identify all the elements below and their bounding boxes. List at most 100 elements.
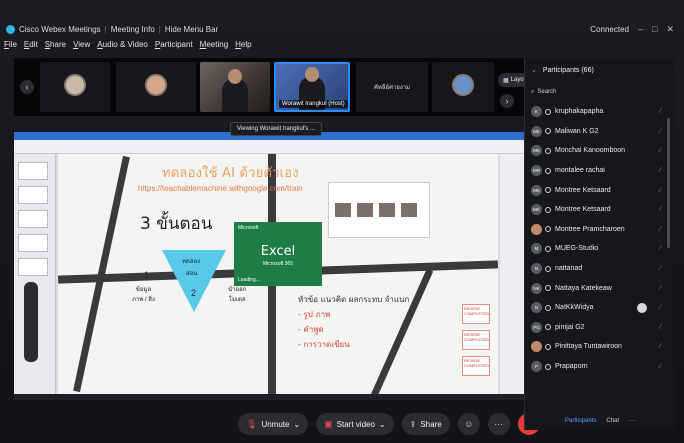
participant-name: Nattaya Katekeaw [555,284,612,292]
sticky-note: REVIEW COMPLETED [462,356,490,376]
excel-name: Excel [260,244,296,259]
menu-help[interactable]: Help [235,40,251,54]
participant-row[interactable]: MK Montree Ketsaard ⁄ [525,200,675,220]
menu-meeting[interactable]: Meeting [200,40,228,54]
video-tile[interactable] [432,62,494,112]
video-tile[interactable] [200,62,270,112]
participant-name: montalee rachai [555,167,605,175]
title-separator: | [158,24,161,34]
menu-view[interactable]: View [73,40,90,54]
panel-footer: Participants Chat ··· [565,418,635,424]
participant-row[interactable]: N NatKkWidya ⁄ [525,298,675,318]
participants-tab[interactable]: Participants [565,418,596,424]
right-step-text: นำออก โมเดล [228,287,247,303]
participants-panel: ⌄ Participants (66) ⌕ Search Kkruphakapa… [524,58,674,430]
app-title: Cisco Webex Meetings [19,24,101,34]
video-tile[interactable]: คัทลีย์ค่ายงาม [356,62,428,112]
active-speaker-tile[interactable]: Worawit Irangkul (Host) [274,62,350,112]
hide-menu-bar-link[interactable]: Hide Menu Bar [165,25,218,34]
mic-muted-icon: 🎙 [246,418,258,429]
more-icon[interactable]: ··· [629,418,635,424]
menu-edit[interactable]: Edit [24,40,38,54]
participant-head [305,67,319,82]
participant-name: Maliwan K G2 [555,127,599,135]
participant-name: NatKkWidya [555,304,594,312]
participant-avatar: MK [531,125,542,137]
slide-thumbnail [18,234,48,252]
menu-share[interactable]: Share [45,40,66,54]
participant-avatar: NK [531,282,542,294]
participant-row[interactable]: MR montalee rachai ⁄ [525,161,675,181]
participant-row[interactable]: Pinittaya Tuntawiroon ⁄ [525,337,675,357]
mic-muted-icon: ⁄ [659,363,661,371]
reactions-button[interactable]: ☺ [457,413,480,435]
participant-row[interactable]: PG pimjai G2 ⁄ [525,318,675,338]
participant-row[interactable]: Montree Pramcharoen ⁄ [525,220,675,240]
device-icon [545,265,551,272]
menu-audio-video[interactable]: Audio & Video [97,40,148,54]
participant-avatar: MR [531,165,542,177]
meeting-controls: 🎙 Unmute ⌄ ▣ Start video ⌄ ⇪ Share ☺ ···… [238,412,540,436]
image-tile [379,203,395,217]
participant-search[interactable]: ⌕ Search [531,86,655,98]
funnel-step-number: 2 [191,288,197,298]
menu-file[interactable]: File [4,40,17,54]
share-icon: ⇪ [409,419,417,429]
connection-status[interactable]: Connected [590,25,629,34]
participant-row[interactable]: MK Maliwan K G2 ⁄ [525,122,675,142]
bullet-item: - คำพูด [298,325,324,334]
participant-avatar: PG [531,321,542,333]
more-options-button[interactable]: ··· [487,413,510,435]
participant-avatar: M [531,243,542,255]
sticky-note: REVIEW COMPLETED [462,330,490,350]
device-icon [545,206,551,213]
chevron-down-icon[interactable]: ⌄ [379,420,386,429]
participant-row[interactable]: P Prapaporn ⁄ [525,357,675,377]
search-input[interactable]: Search [537,89,556,95]
participant-name: MUEG-Studio [555,245,599,253]
bullet-item: - รูป ภาพ [298,310,331,319]
participant-avatar: K [531,106,542,118]
mic-muted-icon: ⁄ [659,343,661,351]
video-tile[interactable] [116,62,196,112]
chevron-down-icon[interactable]: ⌄ [531,67,537,74]
participant-row[interactable]: Nnattanad ⁄ [525,259,675,279]
chat-tab[interactable]: Chat [606,418,619,424]
device-icon [545,167,551,174]
participant-row[interactable]: MK Monchai Kanoomboon ⁄ [525,141,675,161]
unmute-button[interactable]: 🎙 Unmute ⌄ [238,413,309,435]
teachable-machine-link[interactable]: https://teachablemachine.withgoogle.com/… [138,184,303,193]
participants-header[interactable]: ⌄ Participants (66) [531,66,594,74]
participant-row[interactable]: MK Montree Ketsaard ⁄ [525,180,675,200]
strip-next-button[interactable]: › [500,94,514,108]
participant-list-scrollbar[interactable] [667,118,670,248]
shared-whiteboard: ทดลองใช้ AI ด้วยตัวเอง https://teachable… [58,154,498,394]
start-video-button[interactable]: ▣ Start video ⌄ [316,413,394,435]
participant-row[interactable]: M MUEG-Studio ⁄ [525,239,675,259]
webex-window: Cisco Webex Meetings | Meeting Info | Hi… [0,0,684,443]
device-icon [545,363,551,370]
participant-avatar [145,74,167,96]
participant-row[interactable]: NK Nattaya Katekeaw ⁄ [525,278,675,298]
device-icon [545,324,551,331]
minimize-button[interactable]: – [638,24,643,34]
participant-name: Montree Pramcharoen [555,225,625,233]
maximize-button[interactable]: □ [652,24,657,34]
mic-muted-icon: ⁄ [659,284,661,292]
search-icon: ⌕ [531,88,535,95]
shared-right-panel [500,154,524,394]
video-tile[interactable] [40,62,110,112]
device-icon [545,304,551,311]
start-video-label: Start video [336,419,375,429]
participant-row[interactable]: Kkruphakapapha ⁄ [525,102,675,122]
participant-avatar: MK [531,145,542,157]
chevron-down-icon[interactable]: ⌄ [293,420,300,429]
strip-prev-button[interactable]: ‹ [20,80,34,94]
share-label: Share [420,419,442,429]
menu-participant[interactable]: Participant [155,40,193,54]
close-button[interactable]: ✕ [666,24,674,35]
meeting-info-link[interactable]: Meeting Info [111,25,155,34]
participant-name: kruphakapapha [555,108,604,116]
share-button[interactable]: ⇪ Share [401,413,450,435]
mic-muted-icon: ⁄ [659,186,661,194]
